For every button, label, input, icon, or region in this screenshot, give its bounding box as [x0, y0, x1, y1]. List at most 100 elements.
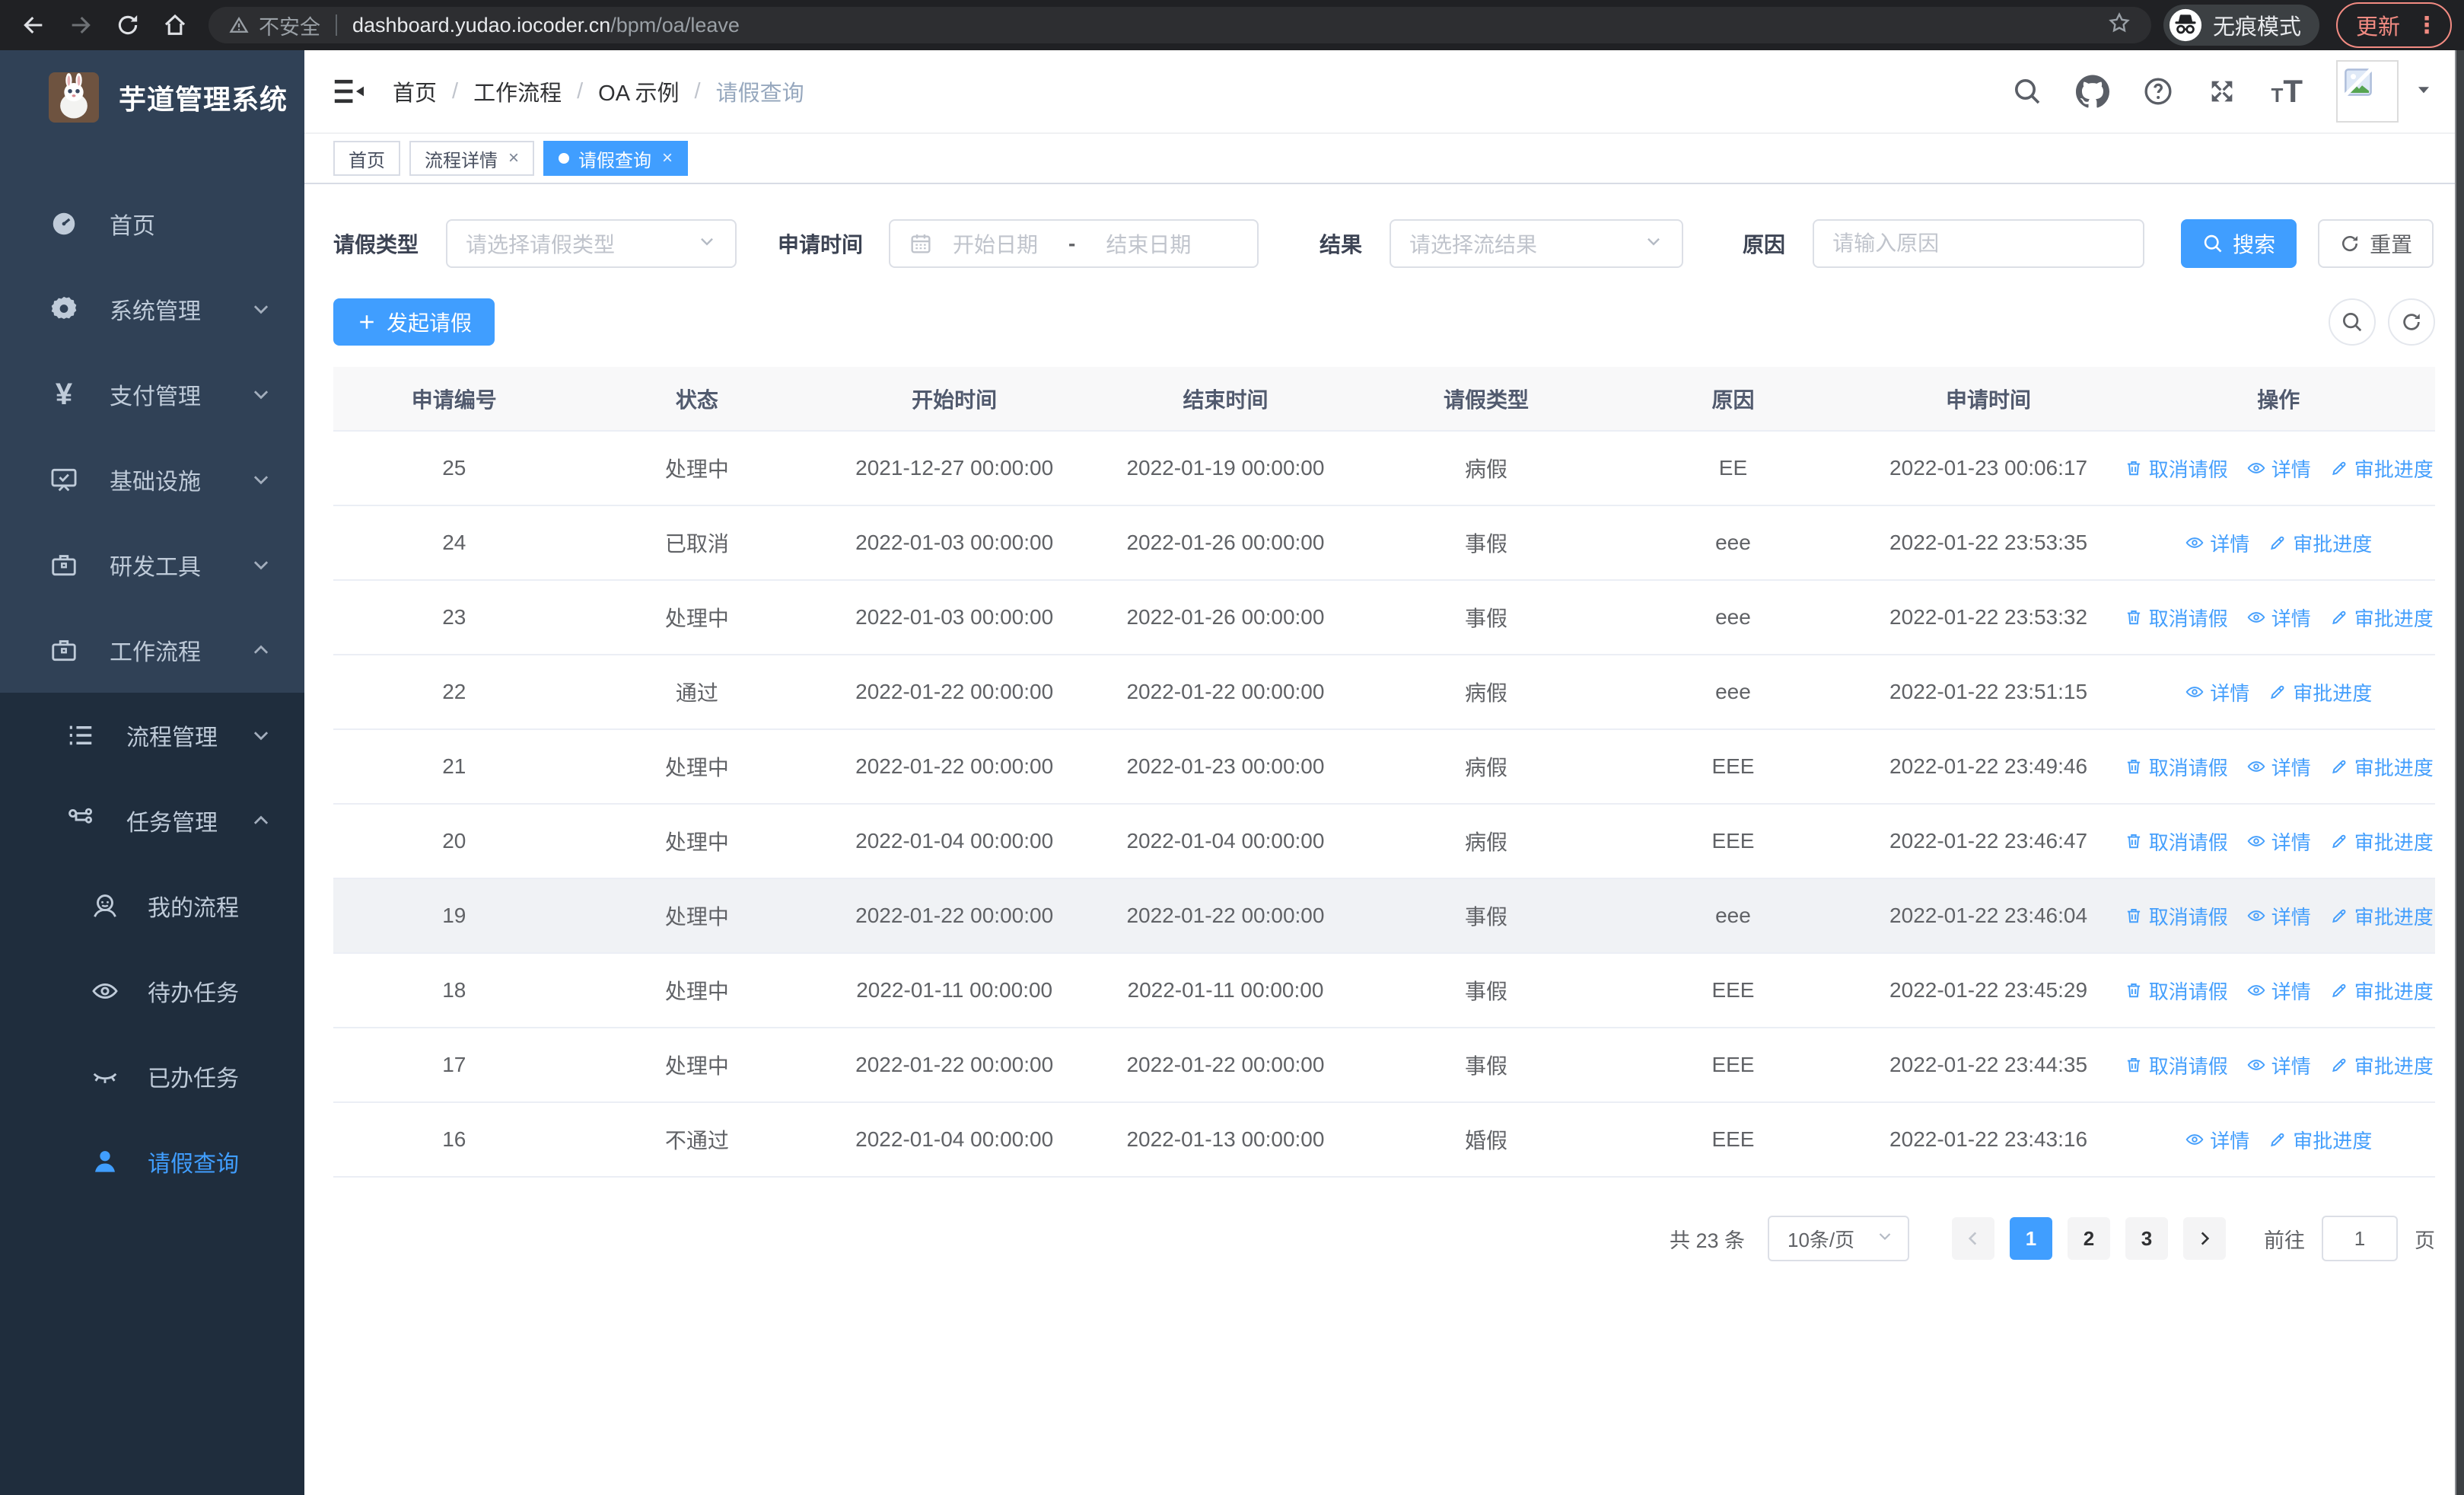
table-row[interactable]: 20 处理中 2022-01-04 00:00:00 2022-01-04 00…	[333, 804, 2435, 879]
detail-link[interactable]: 详情	[2246, 454, 2311, 483]
browser-back-button[interactable]	[12, 4, 55, 46]
sidebar-item-task-mgmt[interactable]: 任务管理	[0, 778, 304, 863]
browser-update-button[interactable]: 更新 ⋮	[2335, 2, 2452, 48]
leave-type-select[interactable]: 请选择请假类型	[446, 219, 737, 268]
goto-page-input[interactable]	[2322, 1216, 2398, 1261]
progress-link[interactable]: 审批进度	[2329, 902, 2434, 930]
cancel-leave-link[interactable]: 取消请假	[2124, 902, 2228, 930]
breadcrumb-item[interactable]: 工作流程	[473, 75, 562, 107]
detail-link[interactable]: 详情	[2185, 678, 2249, 706]
close-icon[interactable]: ×	[662, 148, 673, 169]
progress-link[interactable]: 审批进度	[2329, 1051, 2434, 1079]
cancel-leave-link[interactable]: 取消请假	[2124, 604, 2228, 632]
browser-menu-icon[interactable]: ⋮	[2415, 12, 2438, 39]
sidebar-item-done-tasks[interactable]: 已办任务	[0, 1034, 304, 1119]
table-row[interactable]: 24 已取消 2022-01-03 00:00:00 2022-01-26 00…	[333, 505, 2435, 581]
sidebar-item-process-mgmt[interactable]: 流程管理	[0, 693, 304, 778]
table-row[interactable]: 18 处理中 2022-01-11 00:00:00 2022-01-11 00…	[333, 953, 2435, 1028]
reset-button[interactable]: 重置	[2318, 219, 2434, 268]
result-select[interactable]: 请选择流结果	[1390, 219, 1684, 268]
detail-link[interactable]: 详情	[2185, 529, 2249, 557]
sidebar-item-leave-query[interactable]: 请假查询	[0, 1119, 304, 1204]
table-row[interactable]: 23 处理中 2022-01-03 00:00:00 2022-01-26 00…	[333, 580, 2435, 655]
apply-time-range-picker[interactable]: 开始日期 - 结束日期	[889, 219, 1259, 268]
table-row[interactable]: 21 处理中 2022-01-22 00:00:00 2022-01-23 00…	[333, 729, 2435, 805]
sidebar-item-home[interactable]: 首页	[0, 181, 304, 266]
detail-link[interactable]: 详情	[2246, 902, 2311, 930]
prev-page-button[interactable]	[1952, 1217, 1994, 1260]
date-end-placeholder: 结束日期	[1106, 233, 1192, 257]
progress-link[interactable]: 审批进度	[2268, 1126, 2372, 1154]
font-size-icon[interactable]: TT	[2271, 73, 2303, 110]
address-bar[interactable]: 不安全 dashboard.yudao.iocoder.cn/bpm/oa/le…	[209, 7, 2151, 43]
cancel-leave-link[interactable]: 取消请假	[2124, 827, 2228, 856]
sidebar-collapse-button[interactable]	[332, 76, 365, 107]
cancel-leave-link[interactable]: 取消请假	[2124, 977, 2228, 1005]
table-row[interactable]: 25 处理中 2021-12-27 00:00:00 2022-01-19 00…	[333, 431, 2435, 506]
progress-link[interactable]: 审批进度	[2329, 977, 2434, 1005]
window-scrollbar[interactable]	[2455, 50, 2464, 1495]
cancel-leave-link[interactable]: 取消请假	[2124, 454, 2228, 483]
progress-link[interactable]: 审批进度	[2329, 753, 2434, 781]
breadcrumb-item[interactable]: 首页	[393, 75, 437, 107]
col-header-start: 开始时间	[819, 367, 1090, 432]
detail-link[interactable]: 详情	[2246, 753, 2311, 781]
reason-input[interactable]	[1832, 231, 2125, 256]
table-row[interactable]: 19 处理中 2022-01-22 00:00:00 2022-01-22 00…	[333, 878, 2435, 954]
detail-link[interactable]: 详情	[2246, 1051, 2311, 1079]
help-icon[interactable]	[2143, 76, 2173, 107]
cancel-leave-link[interactable]: 取消请假	[2124, 753, 2228, 781]
progress-link[interactable]: 审批进度	[2329, 454, 2434, 483]
page-button-3[interactable]: 3	[2125, 1217, 2168, 1260]
sidebar-item-todo-tasks[interactable]: 待办任务	[0, 948, 304, 1034]
browser-home-button[interactable]	[154, 4, 196, 46]
page-content: 请假类型 请选择请假类型 申请时间 开始日期 - 结束日期 结果 请选择流结果	[304, 184, 2464, 1495]
detail-link[interactable]: 详情	[2246, 827, 2311, 856]
chevron-up-icon	[250, 639, 272, 661]
fullscreen-icon[interactable]	[2207, 76, 2237, 107]
sidebar-item-my-process[interactable]: 我的流程	[0, 863, 304, 948]
update-label: 更新	[2355, 15, 2400, 40]
progress-link[interactable]: 审批进度	[2268, 678, 2372, 706]
progress-link[interactable]: 审批进度	[2329, 827, 2434, 856]
refresh-table-button[interactable]	[2388, 298, 2435, 346]
page-button-1[interactable]: 1	[2010, 1217, 2052, 1260]
table-row[interactable]: 17 处理中 2022-01-22 00:00:00 2022-01-22 00…	[333, 1028, 2435, 1103]
github-icon[interactable]	[2076, 75, 2109, 108]
cell-actions: 取消请假 详情 审批进度	[2122, 431, 2435, 506]
detail-link[interactable]: 详情	[2246, 977, 2311, 1005]
browser-reload-button[interactable]	[107, 4, 149, 46]
search-icon[interactable]	[2012, 76, 2042, 107]
cancel-leave-link[interactable]: 取消请假	[2124, 1051, 2228, 1079]
create-leave-button[interactable]: 发起请假	[333, 298, 495, 346]
pen-icon	[2329, 980, 2349, 1000]
search-icon	[2202, 233, 2224, 254]
sidebar-item-infra[interactable]: 基础设施	[0, 437, 304, 522]
toggle-search-button[interactable]	[2329, 298, 2376, 346]
bookmark-star-icon[interactable]	[2107, 11, 2131, 40]
sidebar-item-system[interactable]: 系统管理	[0, 266, 304, 352]
detail-link[interactable]: 详情	[2246, 604, 2311, 632]
sidebar-item-payment[interactable]: ¥ 支付管理	[0, 352, 304, 437]
next-page-button[interactable]	[2183, 1217, 2226, 1260]
tab-home[interactable]: 首页	[333, 141, 400, 176]
table-row[interactable]: 16 不通过 2022-01-04 00:00:00 2022-01-13 00…	[333, 1102, 2435, 1178]
search-button[interactable]: 搜索	[2181, 219, 2297, 268]
progress-link[interactable]: 审批进度	[2329, 604, 2434, 632]
sidebar-item-devtools[interactable]: 研发工具	[0, 522, 304, 607]
plus-icon	[356, 311, 377, 333]
detail-link[interactable]: 详情	[2185, 1126, 2249, 1154]
tab-process-detail[interactable]: 流程详情 ×	[409, 141, 535, 176]
page-button-2[interactable]: 2	[2068, 1217, 2110, 1260]
avatar-caret-down-icon[interactable]	[2414, 80, 2434, 104]
page-size-select[interactable]: 10条/页	[1768, 1216, 1909, 1261]
browser-forward-button[interactable]	[59, 4, 102, 46]
avatar[interactable]	[2336, 60, 2399, 123]
sidebar-item-workflow[interactable]: 工作流程	[0, 607, 304, 693]
close-icon[interactable]: ×	[508, 148, 519, 169]
tab-leave-query[interactable]: 请假查询 ×	[543, 141, 689, 176]
table-row[interactable]: 22 通过 2022-01-22 00:00:00 2022-01-22 00:…	[333, 655, 2435, 730]
progress-link[interactable]: 审批进度	[2268, 529, 2372, 557]
pagination-total: 共 23 条	[1669, 1229, 1745, 1252]
breadcrumb-item[interactable]: OA 示例	[598, 75, 679, 107]
